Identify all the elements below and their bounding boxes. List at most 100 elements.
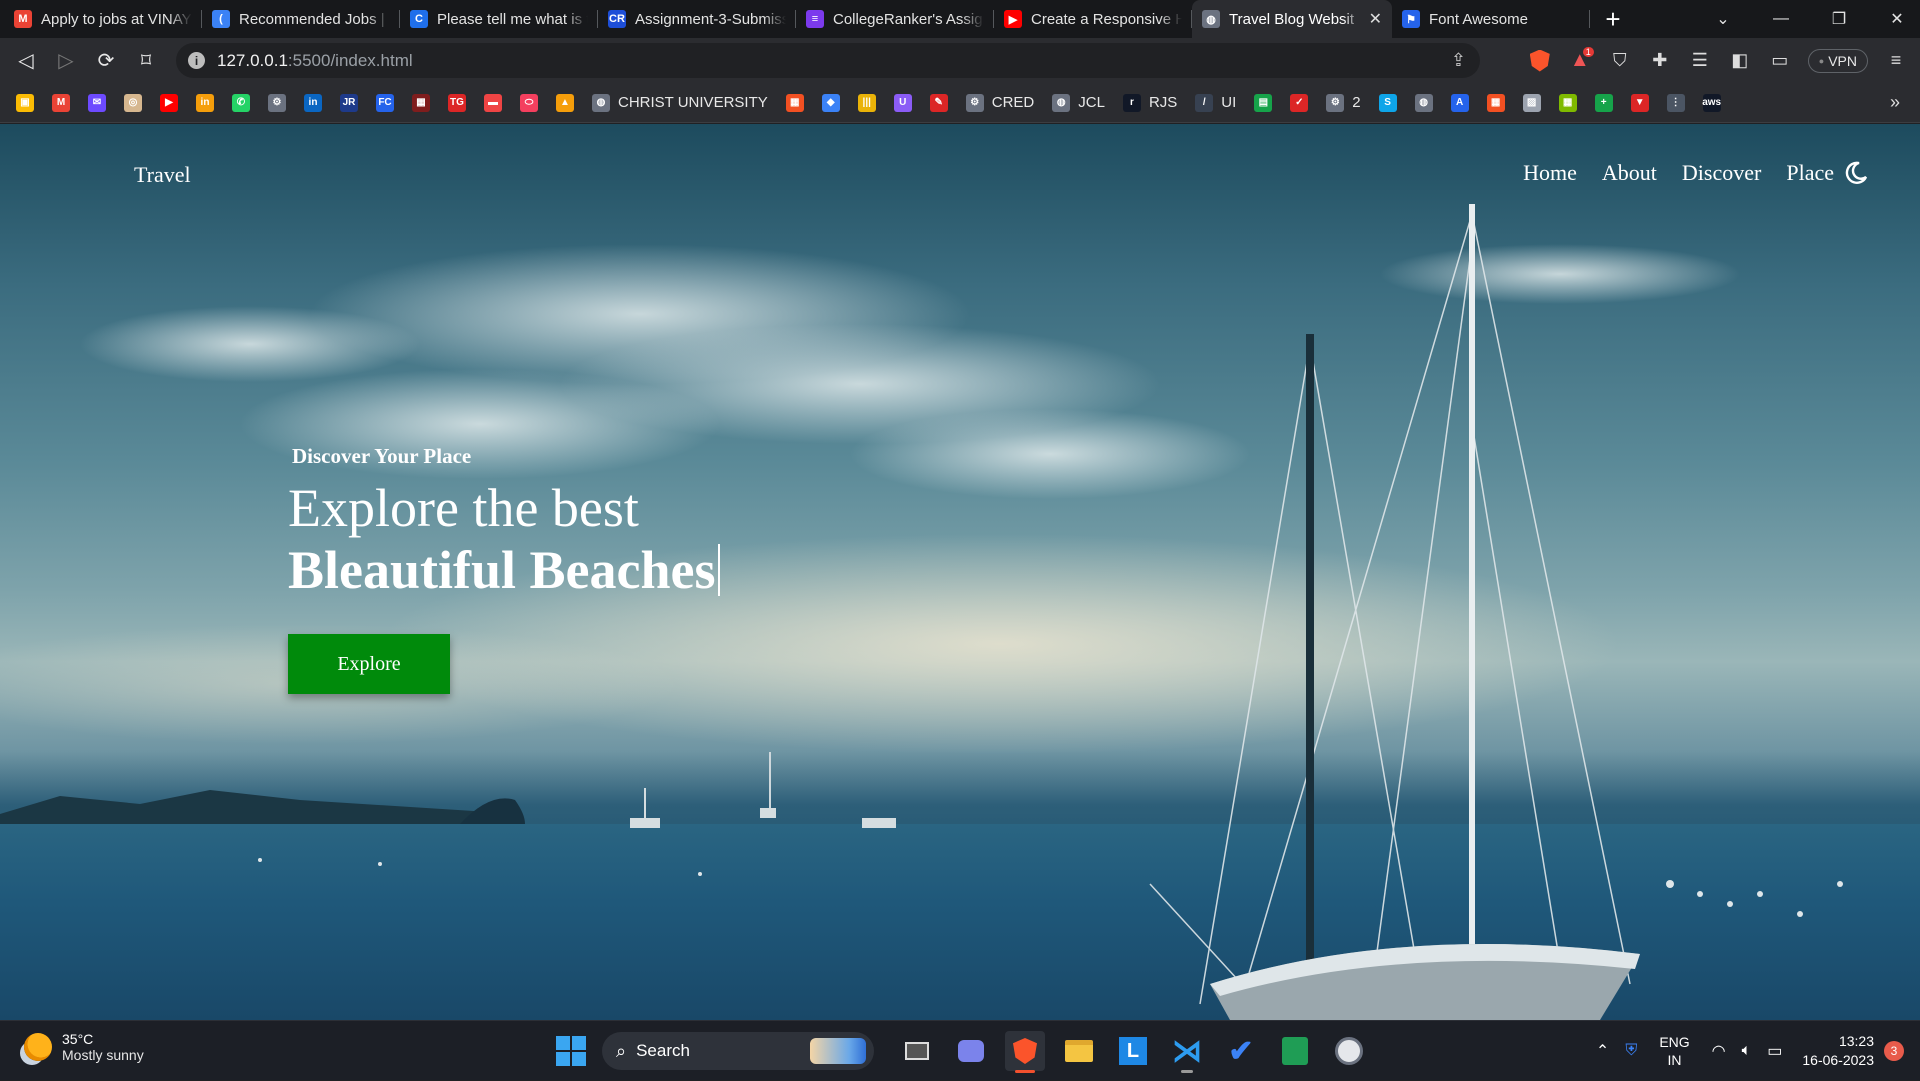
bookmark-item[interactable]: ✓	[1290, 89, 1309, 117]
bookmark-item[interactable]: ✎	[929, 89, 948, 117]
notification-badge[interactable]: 3	[1884, 1041, 1904, 1061]
bookmark-page-icon[interactable]: ⌑	[126, 41, 166, 81]
bookmark-item[interactable]: / UI	[1195, 89, 1236, 117]
bookmark-item[interactable]: |||	[857, 89, 876, 117]
security-shield-icon[interactable]: ⛨	[1625, 1042, 1637, 1060]
bookmark-item[interactable]: TG	[448, 89, 466, 117]
close-tab-icon[interactable]: ✕	[1369, 9, 1382, 29]
menu-icon[interactable]: ≡	[1876, 41, 1916, 81]
tab[interactable]: CR Assignment-3-Submiss	[598, 0, 796, 38]
bookmark-item[interactable]: ◍ CHRIST UNIVERSITY	[592, 89, 768, 117]
bookmark-item[interactable]: ⋮	[1666, 89, 1685, 117]
tab[interactable]: M Apply to jobs at VINAY	[4, 0, 202, 38]
bookmark-item[interactable]: r RJS	[1122, 89, 1177, 117]
brave-taskbar-icon[interactable]	[1005, 1031, 1045, 1073]
meet-icon[interactable]	[951, 1031, 991, 1071]
bookmark-item[interactable]: ▼	[1630, 89, 1649, 117]
language-indicator[interactable]: ENG IN	[1659, 1033, 1689, 1069]
nav-discover[interactable]: Discover	[1682, 160, 1761, 186]
bookmark-item[interactable]: ▦	[1558, 89, 1577, 117]
brave-rewards-icon[interactable]: ▲ 1	[1560, 41, 1600, 81]
bookmark-item[interactable]: ▤	[1254, 89, 1273, 117]
brave-shields-icon[interactable]	[1520, 41, 1560, 81]
bookmark-item[interactable]: S	[1378, 89, 1397, 117]
share-icon[interactable]: ⇪	[1451, 50, 1466, 71]
vpn-button[interactable]: VPN	[1807, 48, 1868, 73]
extensions-icon[interactable]: ✚	[1640, 41, 1680, 81]
tab[interactable]: ▶ Create a Responsive H	[994, 0, 1192, 38]
restore-button[interactable]: ❐	[1816, 0, 1862, 38]
bookmark-item[interactable]: ✆	[232, 89, 250, 117]
moon-icon[interactable]	[1844, 161, 1868, 185]
bookmark-item[interactable]: ▦	[412, 89, 430, 117]
file-explorer-icon[interactable]	[1059, 1031, 1099, 1071]
bookmark-item[interactable]: JR	[340, 89, 358, 117]
l-app-icon[interactable]: L	[1113, 1031, 1153, 1071]
bookmark-item[interactable]: FC	[376, 89, 394, 117]
close-window-button[interactable]: ✕	[1874, 0, 1920, 38]
tab[interactable]: C Please tell me what is t	[400, 0, 598, 38]
forward-button[interactable]: ▷	[46, 41, 86, 81]
bookmark-item[interactable]: ⬭	[520, 89, 538, 117]
back-button[interactable]: ◁	[6, 41, 46, 81]
bookmark-label: CHRIST UNIVERSITY	[618, 94, 768, 111]
clock-icon[interactable]	[1329, 1031, 1369, 1071]
bookmark-item[interactable]: ✉	[88, 89, 106, 117]
volume-icon[interactable]: 🔈︎	[1742, 1042, 1752, 1060]
bookmark-item[interactable]: ▲	[556, 89, 574, 117]
bookmark-item[interactable]: ◍	[1414, 89, 1433, 117]
playlist-icon[interactable]: ☰	[1680, 41, 1720, 81]
wallet-icon[interactable]: ▭	[1760, 41, 1800, 81]
sidebar-icon[interactable]: ◧	[1720, 41, 1760, 81]
bookmark-item[interactable]: A	[1450, 89, 1469, 117]
battery-icon[interactable]: ▭	[1767, 1041, 1782, 1061]
bookmark-item[interactable]: ▶	[160, 89, 178, 117]
bookmark-item[interactable]: ⚙ CRED	[965, 89, 1034, 117]
clock[interactable]: 13:23 16-06-2023	[1802, 1032, 1874, 1070]
shield-icon[interactable]: ⛉	[1600, 41, 1640, 81]
nav-place[interactable]: Place	[1786, 160, 1834, 186]
bookmark-item[interactable]: ▦	[1486, 89, 1505, 117]
system-tray: ⌃ ⛨ ENG IN ◠ 🔈︎ ▭ 13:23 16-06-2023 3	[1588, 1021, 1920, 1081]
explore-button[interactable]: Explore	[288, 634, 450, 694]
bookmark-item[interactable]: +	[1594, 89, 1613, 117]
task-view-icon[interactable]	[897, 1031, 937, 1071]
bookmark-item[interactable]: U	[893, 89, 912, 117]
bookmark-item[interactable]: ◍ JCL	[1052, 89, 1105, 117]
site-info-icon[interactable]: i	[188, 52, 205, 69]
bookmark-item[interactable]: ◆	[821, 89, 840, 117]
tab-active[interactable]: ◍ Travel Blog Websit ✕	[1192, 0, 1392, 38]
bookmark-item[interactable]: ▬	[484, 89, 502, 117]
taskbar-search[interactable]: ⌕ Search	[602, 1032, 874, 1070]
todo-icon[interactable]: ✔	[1221, 1031, 1261, 1071]
tab-search-chevron-icon[interactable]: ⌄	[1700, 0, 1746, 38]
bookmark-item[interactable]: ⚙	[268, 89, 286, 117]
bookmark-item[interactable]: in	[196, 89, 214, 117]
nav-about[interactable]: About	[1602, 160, 1657, 186]
chevron-up-icon[interactable]: ⌃	[1596, 1041, 1609, 1061]
windows-start-icon[interactable]	[556, 1036, 586, 1066]
bookmark-item[interactable]: in	[304, 89, 322, 117]
reload-button[interactable]: ⟳	[86, 41, 126, 81]
wifi-icon[interactable]: ◠	[1712, 1041, 1726, 1061]
tab[interactable]: ≡ CollegeRanker's Assign	[796, 0, 994, 38]
nav-home[interactable]: Home	[1523, 160, 1577, 186]
bookmark-item[interactable]: aws	[1702, 89, 1721, 117]
bookmark-item[interactable]: ▨	[1522, 89, 1541, 117]
address-bar[interactable]: i 127.0.0.1:5500/index.html ⇪	[176, 43, 1480, 78]
more-bookmarks-icon[interactable]: »	[1890, 92, 1900, 113]
weather-widget[interactable]: 35°C Mostly sunny	[24, 1031, 144, 1063]
tab[interactable]: ⚑ Font Awesome	[1392, 0, 1590, 38]
bookmark-item[interactable]: ▦	[785, 89, 804, 117]
bookmark-item[interactable]: ▣	[16, 89, 34, 117]
bookmark-item[interactable]: ◎	[124, 89, 142, 117]
sheets-icon[interactable]	[1275, 1031, 1315, 1071]
bookmark-item[interactable]: ⚙ 2	[1326, 89, 1361, 117]
bookmark-item[interactable]: M	[52, 89, 70, 117]
tab[interactable]: (Recommended Jobs | N	[202, 0, 400, 38]
new-tab-button[interactable]: +	[1590, 0, 1636, 38]
site-logo[interactable]: Travel	[134, 162, 191, 188]
minimize-button[interactable]: —	[1758, 0, 1804, 38]
vscode-icon[interactable]: ⋊	[1167, 1031, 1207, 1073]
tab-title: Recommended Jobs | N	[239, 10, 390, 28]
